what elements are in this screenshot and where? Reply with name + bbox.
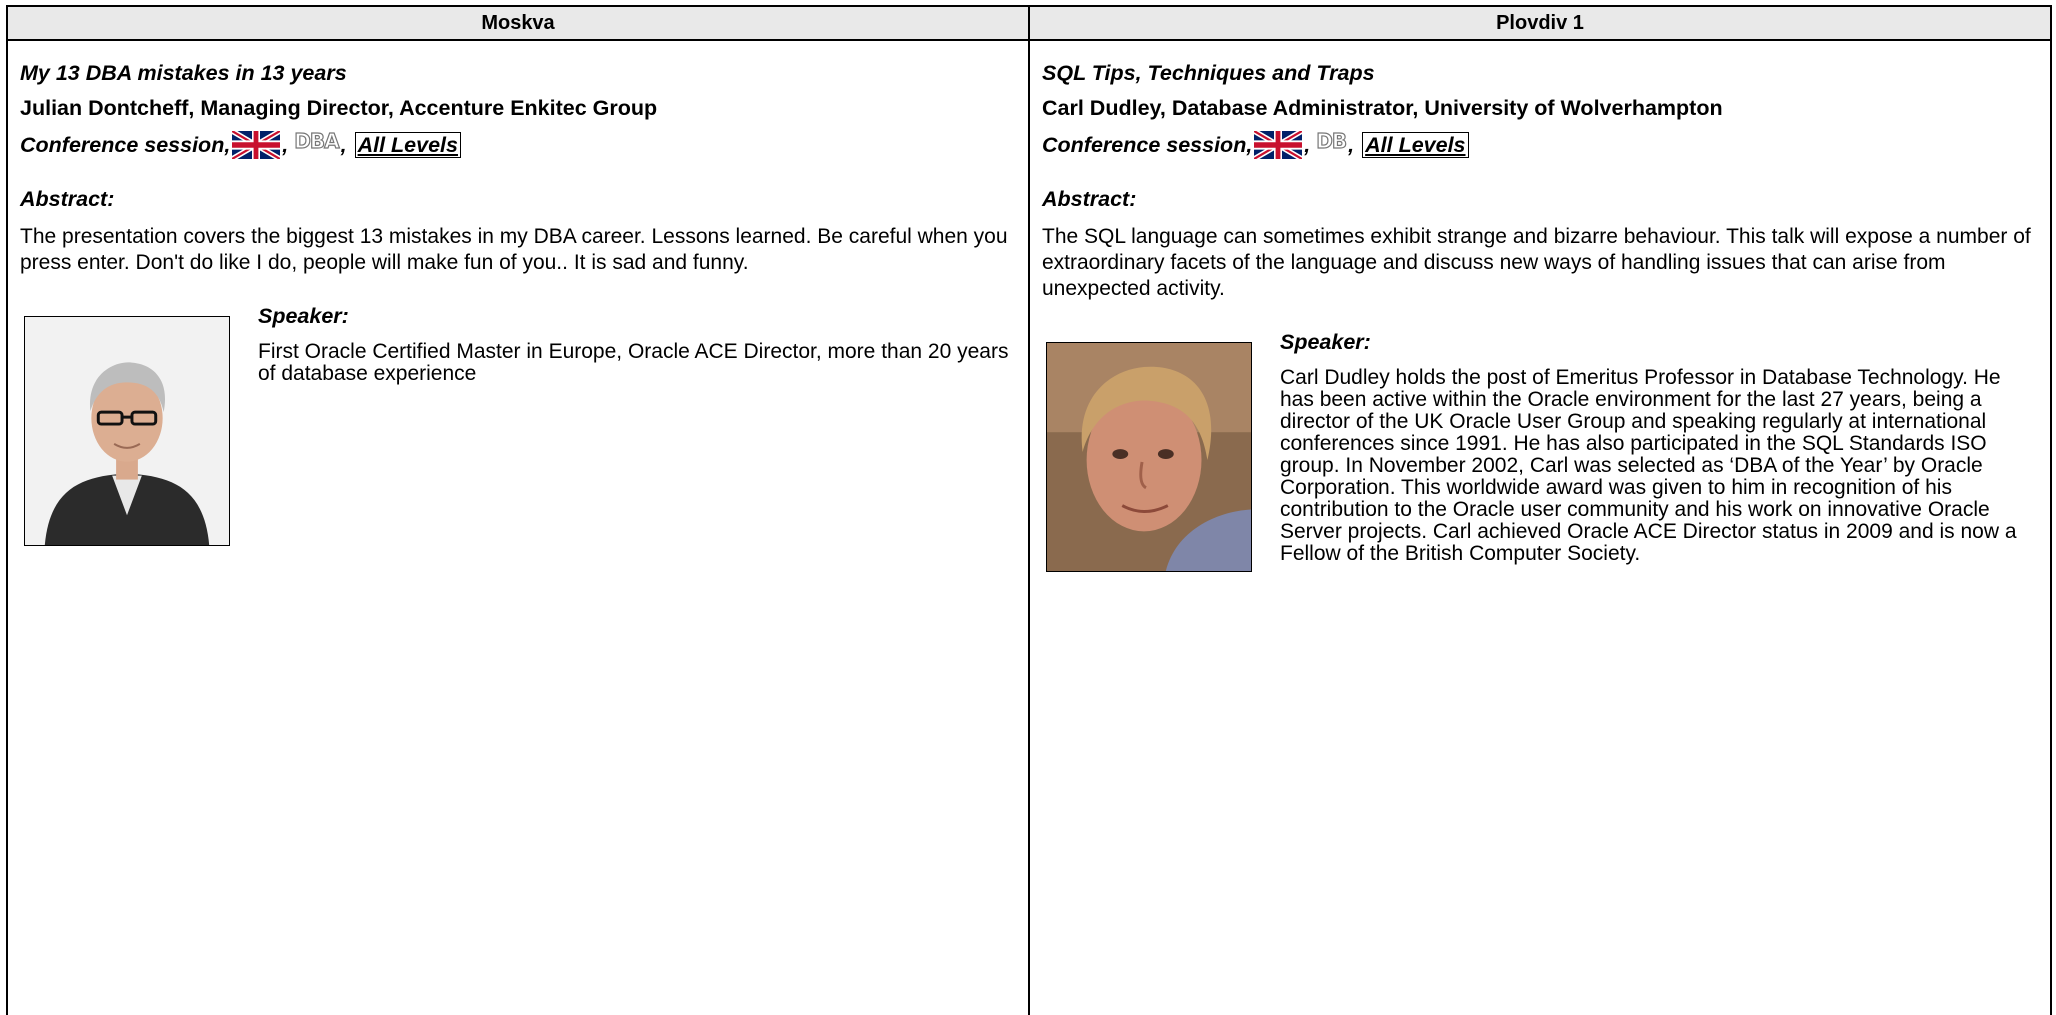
speaker-block: Speaker: First Oracle Certified Master i… — [20, 304, 1016, 550]
topic-badge-icon: DBA — [294, 129, 341, 153]
level-link[interactable]: All Levels — [1362, 132, 1469, 158]
uk-flag-icon — [1254, 131, 1303, 159]
abstract-heading: Abstract: — [1042, 187, 1137, 211]
room-column-plovdiv-1: Plovdiv 1 SQL Tips, Techniques and Traps… — [1028, 7, 2050, 1015]
room-header: Plovdiv 1 — [1030, 7, 2050, 41]
room-column-moskva: Moskva My 13 DBA mistakes in 13 years Ju… — [8, 7, 1028, 1015]
level-link[interactable]: All Levels — [354, 132, 461, 158]
speaker-name-line: Carl Dudley, Database Administrator, Uni… — [1042, 96, 1723, 120]
session-meta: Conference session, , DBA , All Levels — [20, 129, 1016, 159]
comma-separator: , — [1304, 132, 1311, 157]
session-type: Conference session, — [20, 132, 231, 157]
speaker-photo — [24, 316, 230, 546]
speaker-block: Speaker: Carl Dudley holds the post of E… — [1042, 330, 2038, 576]
comma-separator: , — [282, 132, 289, 157]
speaker-photo-image — [25, 317, 229, 545]
speaker-name-line: Julian Dontcheff, Managing Director, Acc… — [20, 96, 658, 120]
session-title: SQL Tips, Techniques and Traps — [1042, 61, 1375, 85]
speaker-photo — [1046, 342, 1252, 572]
session-meta: Conference session, , DB , All Levels — [1042, 129, 2038, 159]
abstract-heading: Abstract: — [20, 187, 115, 211]
session-title: My 13 DBA mistakes in 13 years — [20, 61, 347, 85]
session-type: Conference session, — [1042, 132, 1253, 157]
abstract-text: The presentation covers the biggest 13 m… — [20, 225, 1008, 274]
speaker-photo-image — [1047, 343, 1251, 571]
session-card: SQL Tips, Techniques and Traps Carl Dudl… — [1030, 41, 2050, 576]
abstract-text: The SQL language can sometimes exhibit s… — [1042, 225, 2031, 300]
comma-separator: , — [340, 132, 347, 157]
schedule-table: Moskva My 13 DBA mistakes in 13 years Ju… — [6, 5, 2052, 1015]
uk-flag-icon — [232, 131, 281, 159]
topic-badge-icon: DB — [1316, 129, 1348, 153]
comma-separator: , — [1348, 132, 1355, 157]
room-header: Moskva — [8, 7, 1028, 41]
session-card: My 13 DBA mistakes in 13 years Julian Do… — [8, 41, 1028, 550]
